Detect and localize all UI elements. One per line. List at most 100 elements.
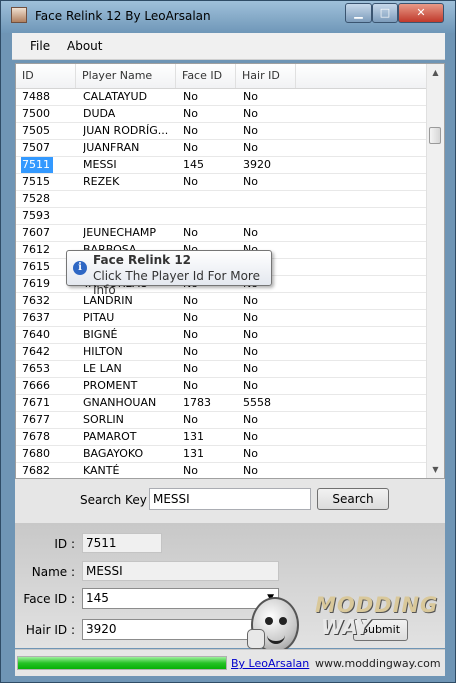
cell-id[interactable]: 7680: [22, 446, 76, 462]
cell-player-name: JUAN RODRÍG...: [83, 124, 169, 137]
progress-bar: [17, 656, 227, 670]
cell-hair-id: 3920: [243, 158, 271, 171]
cell-id[interactable]: 7640: [22, 327, 76, 343]
cell-hair-id: No: [243, 141, 258, 154]
table-row[interactable]: 7642 HILTON No No: [16, 344, 428, 361]
cell-id[interactable]: 7528: [22, 191, 76, 207]
cell-player-name: HILTON: [83, 345, 123, 358]
table-row[interactable]: 7677 SORLIN No No: [16, 412, 428, 429]
cell-id[interactable]: 7488: [22, 89, 76, 105]
cell-hair-id: 5558: [243, 396, 271, 409]
mascot-eye: [279, 617, 287, 625]
vertical-scrollbar[interactable]: ▲ ▼: [426, 64, 444, 478]
menu-about[interactable]: About: [67, 39, 102, 53]
table-row[interactable]: 7500 DUDA No No: [16, 106, 428, 123]
cell-face-id: 131: [183, 447, 204, 460]
table-row[interactable]: 7637 PITAU No No: [16, 310, 428, 327]
cell-face-id: No: [183, 413, 198, 426]
maximize-button[interactable]: □: [372, 3, 398, 23]
hair-id-label: Hair ID :: [25, 623, 75, 637]
cell-player-name: PITAU: [83, 311, 115, 324]
cell-id[interactable]: 7642: [22, 344, 76, 360]
cell-id[interactable]: 7653: [22, 361, 76, 377]
minimize-icon: ▁: [354, 6, 363, 19]
cell-id[interactable]: 7607: [22, 225, 76, 241]
menu-bar: File About: [12, 33, 445, 60]
cell-face-id: No: [183, 464, 198, 477]
close-icon: ✕: [416, 6, 426, 19]
mascot-icon: [247, 597, 299, 653]
minimize-button[interactable]: ▁: [345, 3, 372, 23]
menu-file[interactable]: File: [30, 39, 50, 53]
table-row[interactable]: 7488 CALATAYUD No No: [16, 89, 428, 106]
cell-id[interactable]: 7511: [21, 157, 53, 173]
cell-id[interactable]: 7632: [22, 293, 76, 309]
cell-id[interactable]: 7593: [22, 208, 76, 224]
column-header-id[interactable]: ID: [16, 64, 76, 88]
column-header-player-name[interactable]: Player Name: [76, 64, 176, 88]
cell-player-name: [83, 208, 179, 224]
cell-face-id: No: [183, 141, 198, 154]
search-label: Search Key :: [80, 493, 155, 507]
cell-face-id: No: [183, 362, 198, 375]
table-row[interactable]: 7680 BAGAYOKO 131 No: [16, 446, 428, 463]
cell-hair-id: No: [243, 362, 258, 375]
cell-id[interactable]: 7682: [22, 463, 76, 478]
cell-id[interactable]: 7507: [22, 140, 76, 156]
cell-hair-id: No: [243, 345, 258, 358]
column-header-face-id[interactable]: Face ID: [176, 64, 236, 88]
credit-link[interactable]: By LeoArsalan: [231, 657, 309, 670]
mascot-mouth: [267, 633, 285, 644]
progress-fill: [18, 657, 226, 669]
table-row[interactable]: 7666 PROMENT No No: [16, 378, 428, 395]
cell-face-id: No: [183, 124, 198, 137]
cell-id[interactable]: 7515: [22, 174, 76, 190]
cell-id[interactable]: 7637: [22, 310, 76, 326]
cell-player-name: MESSI: [83, 158, 117, 171]
player-list[interactable]: ID Player Name Face ID Hair ID 7488 CALAT…: [15, 63, 445, 479]
cell-face-id: [183, 208, 237, 224]
site-url: www.moddingway.com: [315, 657, 441, 670]
cell-face-id: No: [183, 345, 198, 358]
cell-hair-id: No: [243, 311, 258, 324]
cell-player-name: PAMAROT: [83, 430, 137, 443]
table-row[interactable]: 7528: [16, 191, 428, 208]
scroll-down-icon[interactable]: ▼: [427, 461, 444, 478]
cell-id[interactable]: 7677: [22, 412, 76, 428]
table-row[interactable]: 7511 MESSI 145 3920: [16, 157, 428, 174]
cell-id[interactable]: 7678: [22, 429, 76, 445]
title-bar[interactable]: Face Relink 12 By LeoArsalan ▁ □ ✕: [1, 1, 455, 33]
column-header-hair-id[interactable]: Hair ID: [236, 64, 296, 88]
cell-face-id: 145: [183, 158, 204, 171]
cell-player-name: REZEK: [83, 175, 120, 188]
table-row[interactable]: 7507 JUANFRAN No No: [16, 140, 428, 157]
maximize-icon: □: [379, 6, 391, 19]
cell-hair-id: No: [243, 379, 258, 392]
cell-player-name: PROMENT: [83, 379, 138, 392]
search-button[interactable]: Search: [317, 488, 389, 510]
cell-id[interactable]: 7666: [22, 378, 76, 394]
cell-id[interactable]: 7671: [22, 395, 76, 411]
table-row[interactable]: 7505 JUAN RODRÍG... No No: [16, 123, 428, 140]
table-row[interactable]: 7607 JEUNECHAMP No No: [16, 225, 428, 242]
cell-player-name: BIGNÉ: [83, 328, 118, 341]
cell-id[interactable]: 7505: [22, 123, 76, 139]
close-button[interactable]: ✕: [398, 3, 444, 23]
table-row[interactable]: 7515 REZEK No No: [16, 174, 428, 191]
list-header: ID Player Name Face ID Hair ID: [16, 64, 428, 89]
table-row[interactable]: 7653 LE LAN No No: [16, 361, 428, 378]
cell-hair-id: No: [243, 107, 258, 120]
cell-face-id: 1783: [183, 396, 211, 409]
cell-face-id: No: [183, 175, 198, 188]
id-field: 7511: [82, 533, 162, 553]
table-row[interactable]: 7640 BIGNÉ No No: [16, 327, 428, 344]
table-row[interactable]: 7678 PAMAROT 131 No: [16, 429, 428, 446]
table-row[interactable]: 7593: [16, 208, 428, 225]
scroll-thumb[interactable]: [429, 127, 441, 144]
info-icon: i: [73, 261, 87, 275]
search-input[interactable]: MESSI: [149, 488, 311, 510]
table-row[interactable]: 7682 KANTÉ No No: [16, 463, 428, 478]
scroll-up-icon[interactable]: ▲: [427, 64, 444, 81]
cell-id[interactable]: 7500: [22, 106, 76, 122]
table-row[interactable]: 7671 GNANHOUAN 1783 5558: [16, 395, 428, 412]
